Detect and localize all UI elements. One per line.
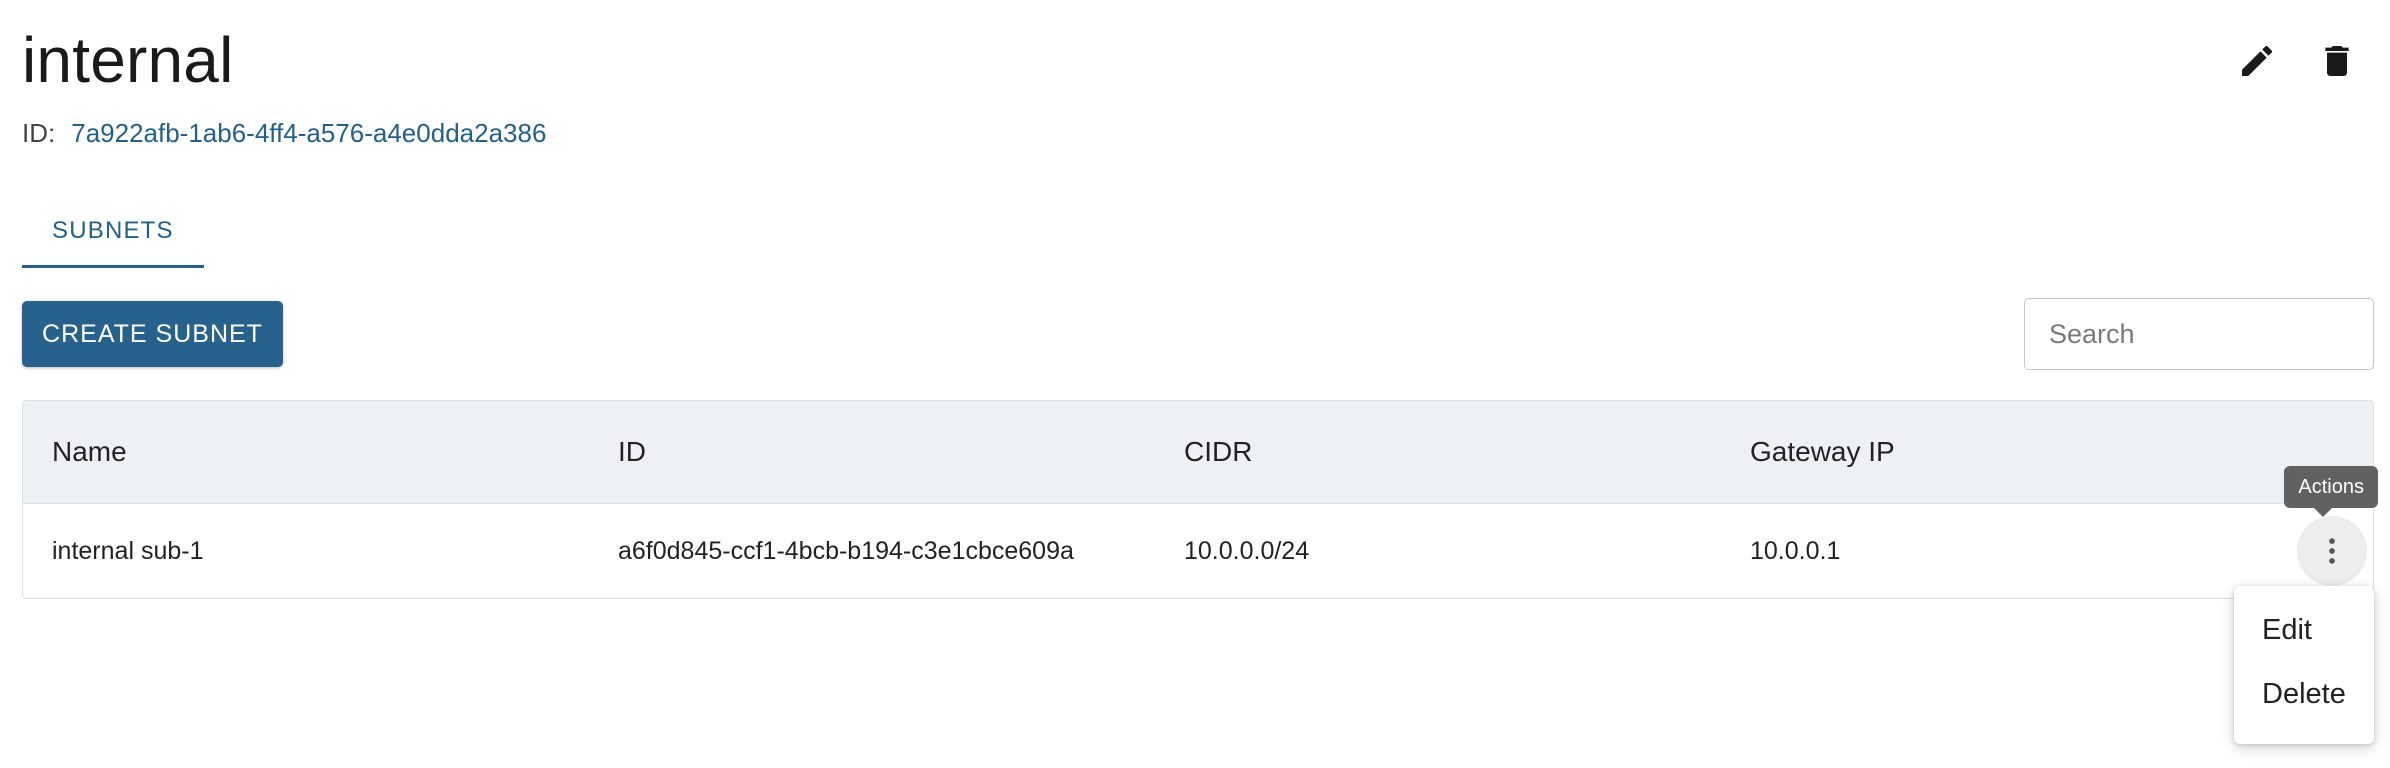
actions-tooltip: Actions	[2284, 466, 2378, 508]
network-id-link[interactable]: 7a922afb-1ab6-4ff4-a576-a4e0dda2a386	[71, 116, 546, 150]
subnets-table: Name ID CIDR Gateway IP internal sub-1 a…	[22, 400, 2374, 599]
network-detail-page: internal ID: 7a922afb-1ab6-4ff4-a576-a4e…	[0, 0, 2390, 768]
header-actions	[2234, 38, 2360, 84]
column-header-cidr: CIDR	[1184, 436, 1253, 467]
page-title: internal	[22, 24, 234, 96]
tooltip-arrow	[2314, 508, 2332, 517]
edit-button[interactable]	[2234, 38, 2280, 84]
cell-cidr: 10.0.0.0/24	[1184, 536, 1310, 565]
search-box	[2024, 298, 2374, 370]
tab-bar: SUBNETS	[22, 196, 204, 268]
search-input[interactable]	[2025, 299, 2373, 369]
tab-subnets[interactable]: SUBNETS	[22, 196, 204, 268]
row-actions-menu: Edit Delete	[2234, 586, 2374, 744]
edit-icon	[2242, 45, 2273, 76]
delete-icon	[2325, 46, 2349, 76]
table-row[interactable]: internal sub-1 a6f0d845-ccf1-4bcb-b194-c…	[23, 504, 2373, 598]
cell-id: a6f0d845-ccf1-4bcb-b194-c3e1cbce609a	[618, 536, 1074, 565]
column-header-name: Name	[52, 436, 127, 467]
menu-item-edit[interactable]: Edit	[2234, 598, 2374, 662]
cell-name: internal sub-1	[52, 536, 204, 565]
cell-gateway-ip: 10.0.0.1	[1750, 536, 1841, 565]
delete-button[interactable]	[2314, 38, 2360, 84]
id-row: ID: 7a922afb-1ab6-4ff4-a576-a4e0dda2a386	[22, 116, 546, 150]
create-subnet-button[interactable]: CREATE SUBNET	[22, 301, 283, 367]
table-header: Name ID CIDR Gateway IP	[23, 401, 2373, 504]
more-vert-icon	[2329, 538, 2335, 564]
row-actions-button[interactable]	[2297, 516, 2367, 586]
column-header-id: ID	[618, 436, 646, 467]
menu-item-delete[interactable]: Delete	[2234, 662, 2374, 726]
id-label: ID:	[22, 118, 56, 148]
column-header-gateway-ip: Gateway IP	[1750, 436, 1895, 467]
